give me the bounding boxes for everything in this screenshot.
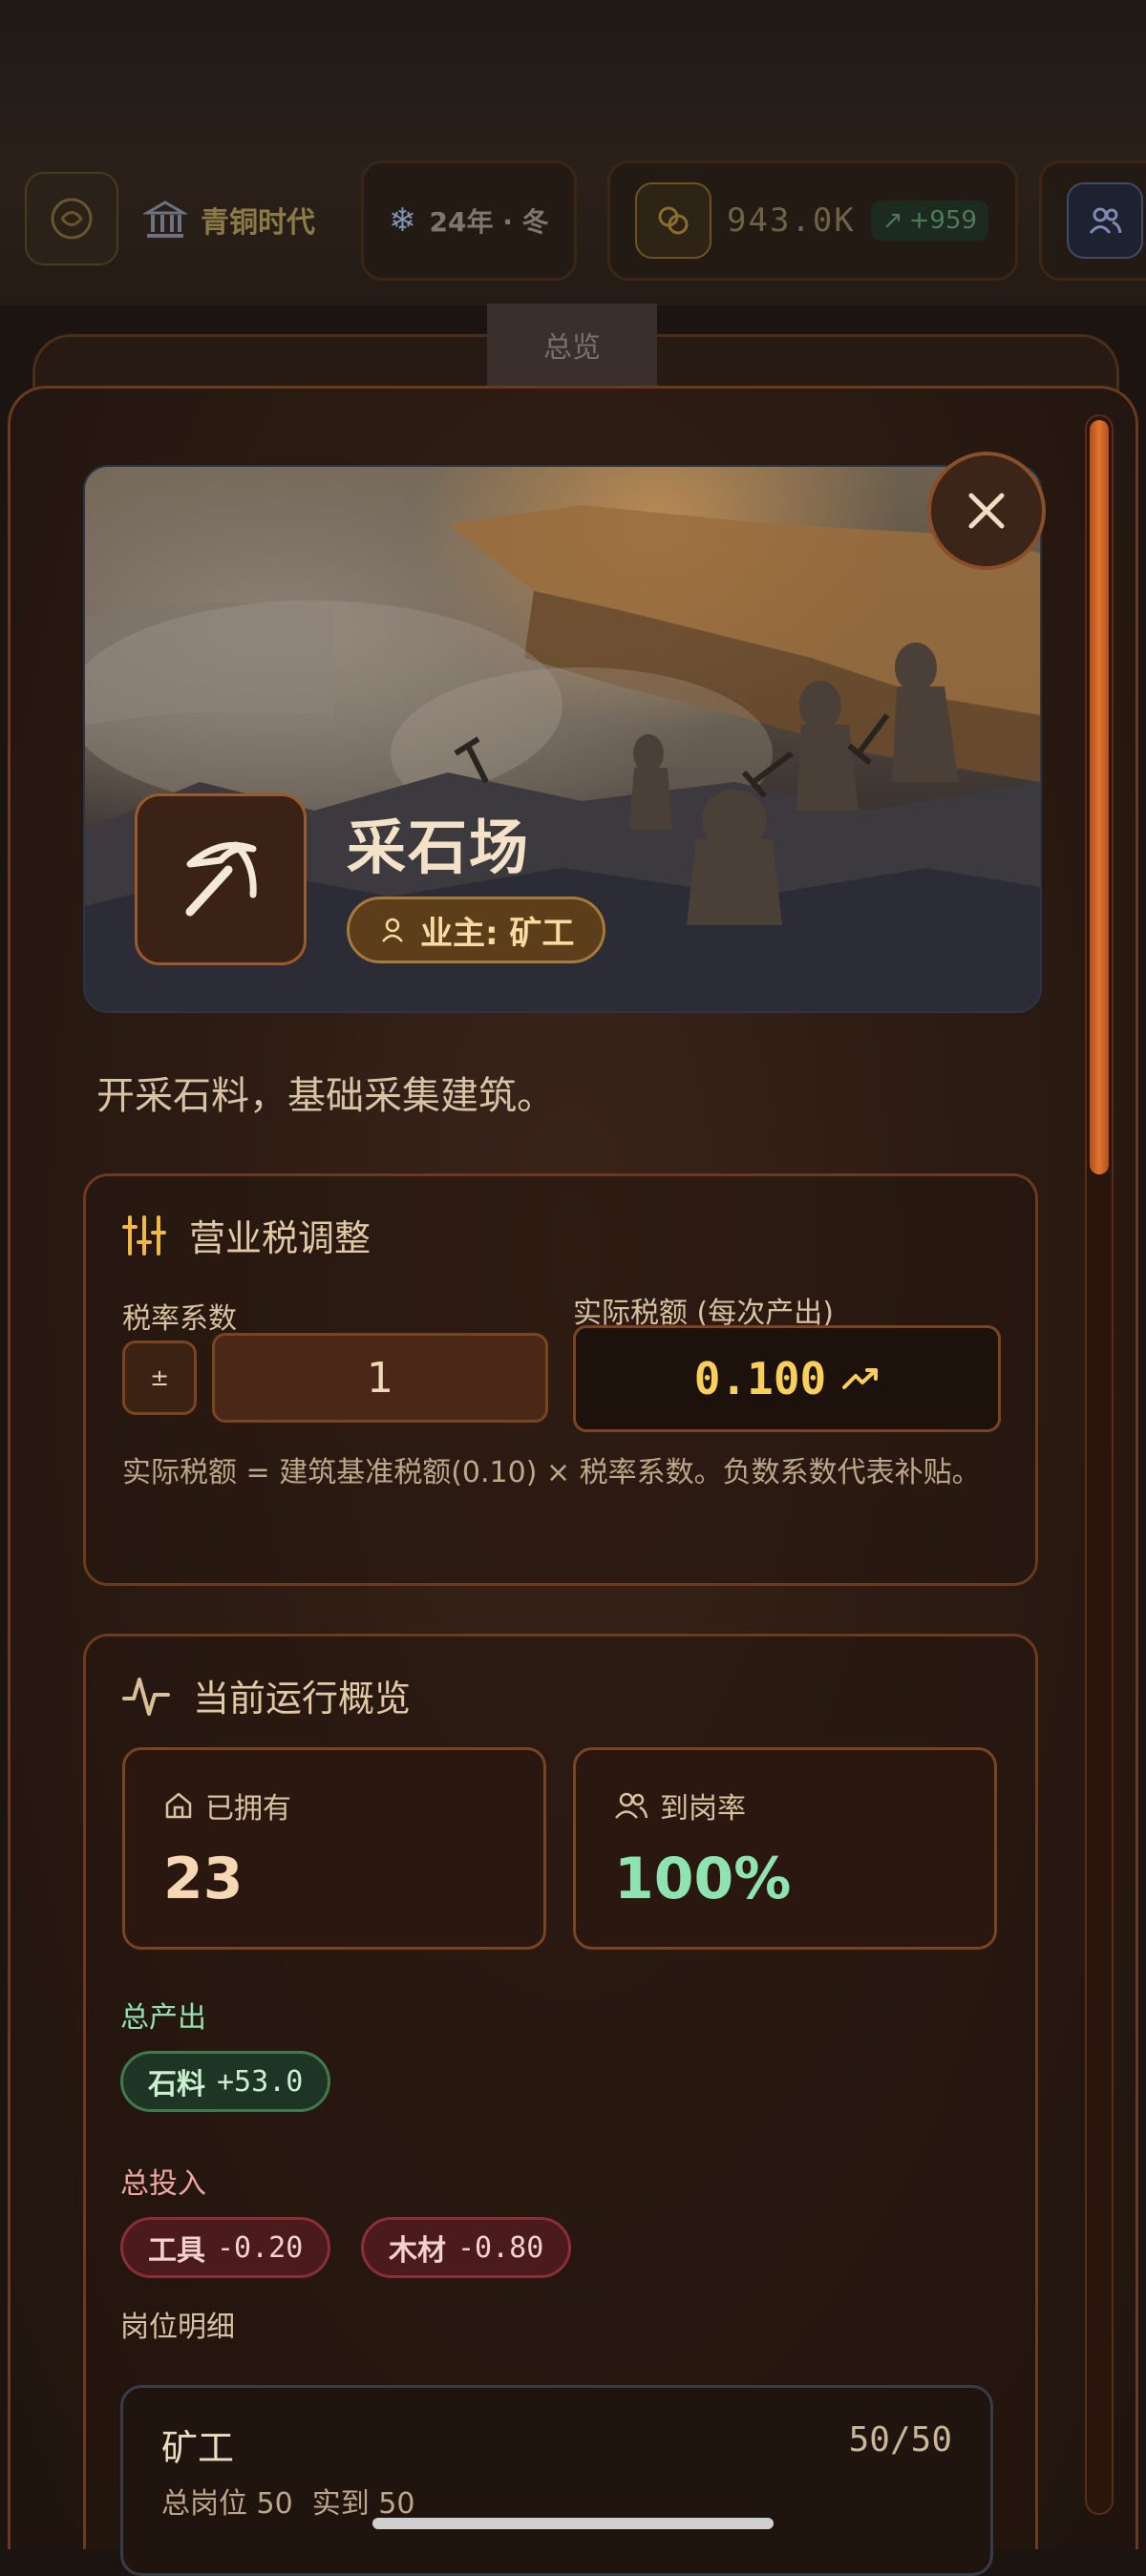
job-filled-count: 50/50	[848, 2420, 952, 2460]
tax-card-title: 营业税调整	[189, 1217, 371, 1259]
season-label: 24年 · 冬	[429, 206, 549, 238]
owned-stat-label-row: 已拥有	[163, 1784, 291, 1826]
overview-card-title: 当前运行概览	[193, 1678, 412, 1720]
close-icon	[968, 493, 1005, 529]
top-status-bar: 青铜时代 ❄ 24年 · 冬 943.0K ↗ +959	[0, 0, 1146, 306]
civilization-emblem-icon[interactable]	[25, 172, 118, 265]
building-hero-image: 采石场 业主: 矿工	[83, 465, 1042, 1013]
building-icon	[135, 793, 307, 965]
toggle-sign-label: ±	[149, 1364, 170, 1391]
toggle-sign-button[interactable]: ±	[122, 1341, 197, 1415]
owned-stat: 已拥有 23	[122, 1747, 546, 1950]
users-icon	[615, 1792, 648, 1819]
sliders-icon	[122, 1214, 166, 1256]
user-icon	[382, 918, 403, 942]
era-label: 青铜时代	[201, 206, 315, 240]
scrollbar-thumb[interactable]	[1090, 420, 1109, 1174]
building-description: 开采石料，基础采集建筑。	[96, 1074, 555, 1118]
close-button[interactable]	[927, 452, 1046, 570]
job-total: 总岗位 50	[161, 2487, 293, 2521]
job-row-miner[interactable]: 矿工 50/50 总岗位 50 实到 50	[120, 2385, 993, 2576]
trend-up-icon: ↗	[881, 206, 903, 235]
modal-scrollbar[interactable]	[1085, 414, 1114, 2515]
trend-up-icon	[842, 1368, 879, 1389]
era-indicator[interactable]: 青铜时代	[143, 191, 315, 248]
tax-card-header: 营业税调整	[122, 1209, 371, 1261]
treasury-chip[interactable]: 943.0K ↗ +959	[607, 160, 1018, 281]
staffing-stat-label-row: 到岗率	[614, 1784, 746, 1826]
job-name: 矿工	[161, 2427, 235, 2469]
building-detail-modal: 采石场 业主: 矿工 开采石料，基础采集建筑。 营业税调整 税率系数 实际税额 …	[8, 386, 1138, 2549]
coins-icon	[635, 182, 711, 259]
population-chip[interactable]	[1039, 160, 1146, 281]
actual-tax-display: 0.100	[573, 1325, 1001, 1432]
tax-rate-value: 1	[367, 1353, 393, 1403]
tax-rate-input[interactable]: 1	[212, 1333, 548, 1423]
owner-label: 业主: 矿工	[420, 914, 575, 953]
job-present: 实到 50	[311, 2487, 415, 2521]
building-name: 采石场	[347, 813, 531, 882]
staffing-label: 到岗率	[660, 1792, 746, 1826]
tax-formula-note: 实际税额 = 建筑基准税额(0.10) × 税率系数。负数系数代表补贴。	[122, 1456, 981, 1489]
treasury-delta-badge: ↗ +959	[870, 201, 989, 241]
job-detail: 总岗位 50 实到 50	[161, 2480, 414, 2522]
tab-overview-label: 总览	[543, 331, 601, 365]
season-chip[interactable]: ❄ 24年 · 冬	[361, 160, 577, 281]
activity-icon	[122, 1677, 170, 1716]
treasury-delta-value: +959	[908, 206, 978, 235]
treasury-value: 943.0K	[727, 201, 856, 240]
home-indicator[interactable]	[372, 2518, 774, 2529]
owned-label: 已拥有	[205, 1792, 291, 1826]
overview-card-header: 当前运行概览	[122, 1669, 411, 1721]
owned-value: 23	[163, 1846, 244, 1912]
home-icon	[165, 1792, 192, 1819]
staffing-stat: 到岗率 100%	[573, 1747, 997, 1950]
snowflake-icon: ❄	[389, 201, 416, 240]
rate-label: 税率系数	[122, 1302, 237, 1336]
tax-adjustment-card: 营业税调整 税率系数 实际税额 (每次产出) ± 1 0.100 实际税额 = …	[83, 1173, 1038, 1586]
pickaxe-icon	[185, 841, 257, 917]
population-icon	[1067, 182, 1143, 259]
tab-overview[interactable]: 总览	[487, 304, 657, 386]
owner-badge[interactable]: 业主: 矿工	[347, 897, 606, 963]
bank-icon	[143, 201, 187, 238]
staffing-value: 100%	[614, 1846, 792, 1912]
actual-tax-value: 0.100	[693, 1353, 827, 1404]
